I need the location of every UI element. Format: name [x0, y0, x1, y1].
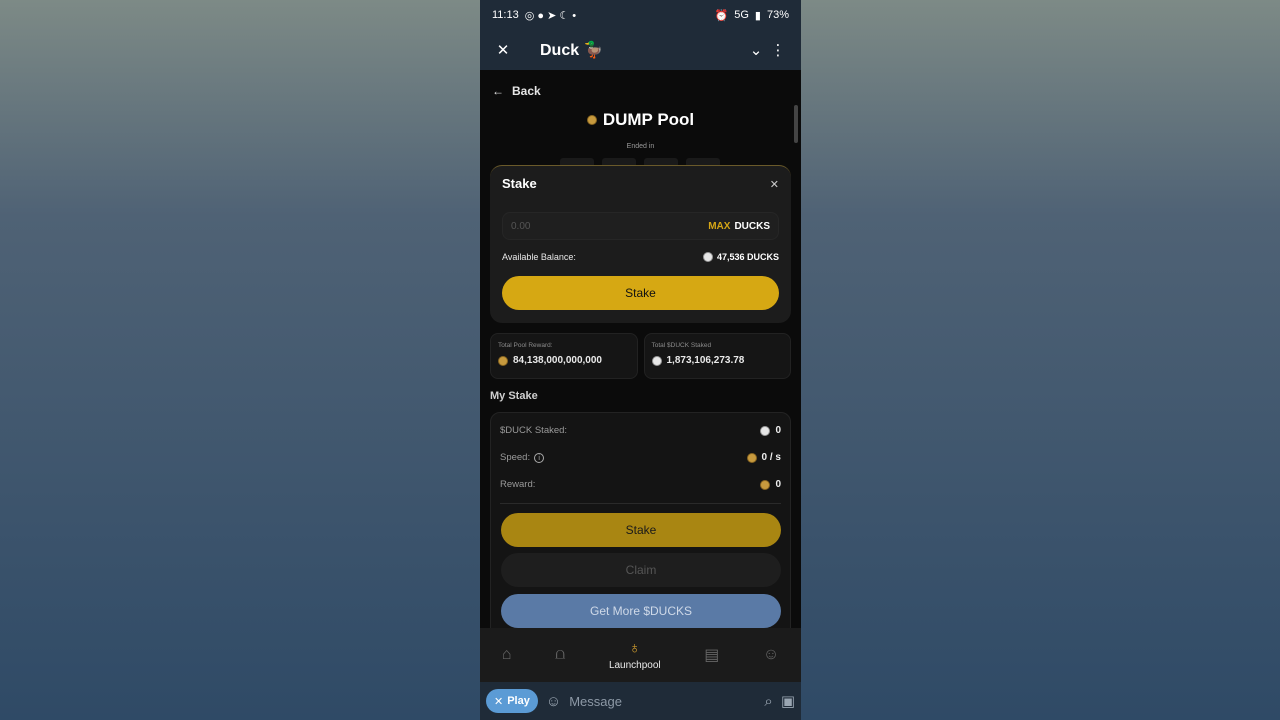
dump-coin-icon	[498, 355, 508, 366]
app-title: Duck 🦆	[540, 42, 604, 59]
amount-placeholder: 0.00	[511, 220, 531, 232]
emoji-icon[interactable]: ☺	[546, 693, 561, 710]
nav-tasks[interactable]: ▤	[704, 645, 719, 665]
modal-title: Stake	[502, 176, 537, 191]
amount-unit: DUCKS	[734, 220, 770, 232]
app-content: ← Back DUMP Pool Ended in Stake ✕ 0.00 M…	[480, 70, 801, 642]
friends-icon: ☺	[762, 646, 780, 663]
row-label: Reward:	[500, 479, 536, 490]
app-header: ✕ Duck 🦆 ⌄ ⋮	[480, 30, 801, 70]
home-icon: ⌂	[501, 646, 512, 663]
notification-icons: ◎ ● ➤ ☾ •	[524, 9, 577, 22]
attach-icon[interactable]: ⌕	[764, 693, 772, 710]
pool-title: DUMP Pool	[602, 110, 695, 129]
stat-label: Total Pool Reward:	[498, 342, 553, 349]
message-composer: ✕ Play ☺ Message ⌕ ▣	[480, 682, 801, 720]
speed-row: Speed: i 0 / s	[500, 452, 781, 463]
nav-launchpool[interactable]: ♁ Launchpool	[609, 640, 661, 671]
nav-leaderboard[interactable]: ⩍	[555, 646, 565, 664]
phone-screen: 11:13 ◎ ● ➤ ☾ • ⏰ 5G ▮ 73% ✕ Duck 🦆 ⌄ ⋮ …	[480, 0, 801, 720]
stat-label: Total $DUCK Staked	[651, 342, 712, 349]
alarm-icon: ⏰	[714, 9, 729, 22]
scrollbar[interactable]	[794, 105, 798, 143]
money-bag-icon: ♁	[628, 639, 641, 657]
tasks-icon: ▤	[704, 647, 720, 664]
back-button[interactable]: ← Back	[492, 84, 541, 98]
back-label: Back	[512, 84, 541, 98]
claim-button[interactable]: Claim	[501, 553, 781, 587]
dump-coin-icon	[586, 115, 597, 125]
dump-coin-icon	[760, 479, 771, 490]
stake-modal: Stake ✕ 0.00 MAX DUCKS Available Balance…	[490, 165, 791, 323]
max-button[interactable]: MAX	[708, 221, 730, 232]
row-value: 0	[775, 425, 781, 436]
modal-close-icon[interactable]: ✕	[770, 178, 779, 191]
staked-row: $DUCK Staked: 0	[500, 425, 781, 436]
pool-stats: Total Pool Reward: 84,138,000,000,000 To…	[490, 333, 791, 379]
chevron-down-icon[interactable]: ⌄	[745, 39, 767, 61]
info-icon[interactable]: i	[534, 453, 545, 463]
status-bar: 11:13 ◎ ● ➤ ☾ • ⏰ 5G ▮ 73%	[480, 0, 801, 30]
status-time: 11:13	[492, 9, 519, 21]
network-label: 5G	[734, 9, 749, 21]
close-icon[interactable]: ✕	[492, 39, 514, 61]
my-stake-title: My Stake	[490, 390, 538, 402]
battery-icon: ▮	[754, 9, 761, 22]
duck-coin-icon	[760, 425, 771, 436]
divider	[500, 503, 781, 504]
reward-row: Reward: 0	[500, 479, 781, 490]
page-title: DUMP Pool	[480, 110, 801, 130]
dump-coin-icon	[746, 452, 757, 463]
battery-level: 73%	[766, 9, 789, 21]
stat-card: Total $DUCK Staked 1,873,106,273.78	[643, 333, 791, 379]
my-stake-card: $DUCK Staked: 0 Speed: i 0 / s Reward: 0 …	[490, 412, 791, 642]
modal-stake-button[interactable]: Stake	[502, 276, 779, 310]
stat-card: Total Pool Reward: 84,138,000,000,000	[490, 333, 638, 379]
stat-value: 84,138,000,000,000	[513, 355, 602, 366]
more-menu-icon[interactable]: ⋮	[767, 39, 789, 61]
nav-home[interactable]: ⌂	[502, 646, 512, 664]
row-label: Speed:	[500, 452, 531, 463]
get-more-ducks-button[interactable]: Get More $DUCKS	[501, 594, 781, 628]
podium-icon: ⩍	[554, 646, 566, 663]
balance-row: Available Balance: 47,536 DUCKS	[502, 252, 779, 262]
duck-coin-icon	[651, 355, 662, 366]
camera-icon[interactable]: ▣	[781, 692, 795, 710]
stake-amount-input[interactable]: 0.00 MAX DUCKS	[502, 212, 779, 240]
row-value: 0	[775, 479, 781, 490]
balance-label: Available Balance:	[502, 252, 576, 262]
message-input[interactable]: Message	[569, 694, 756, 709]
stake-button[interactable]: Stake	[501, 513, 781, 547]
close-icon: ✕	[494, 695, 504, 708]
bottom-nav: ⌂ ⩍ ♁ Launchpool ▤ ☺	[480, 628, 801, 682]
row-label: $DUCK Staked:	[500, 425, 568, 436]
play-label: Play	[507, 695, 530, 707]
stat-value: 1,873,106,273.78	[666, 355, 745, 366]
play-button[interactable]: ✕ Play	[486, 689, 538, 713]
duck-coin-icon	[702, 252, 713, 262]
arrow-left-icon: ←	[492, 84, 504, 98]
nav-friends[interactable]: ☺	[763, 646, 779, 664]
nav-launchpool-label: Launchpool	[608, 659, 661, 671]
ended-label: Ended in	[626, 143, 655, 150]
balance-value: 47,536 DUCKS	[716, 252, 779, 262]
row-value: 0 / s	[761, 452, 781, 463]
